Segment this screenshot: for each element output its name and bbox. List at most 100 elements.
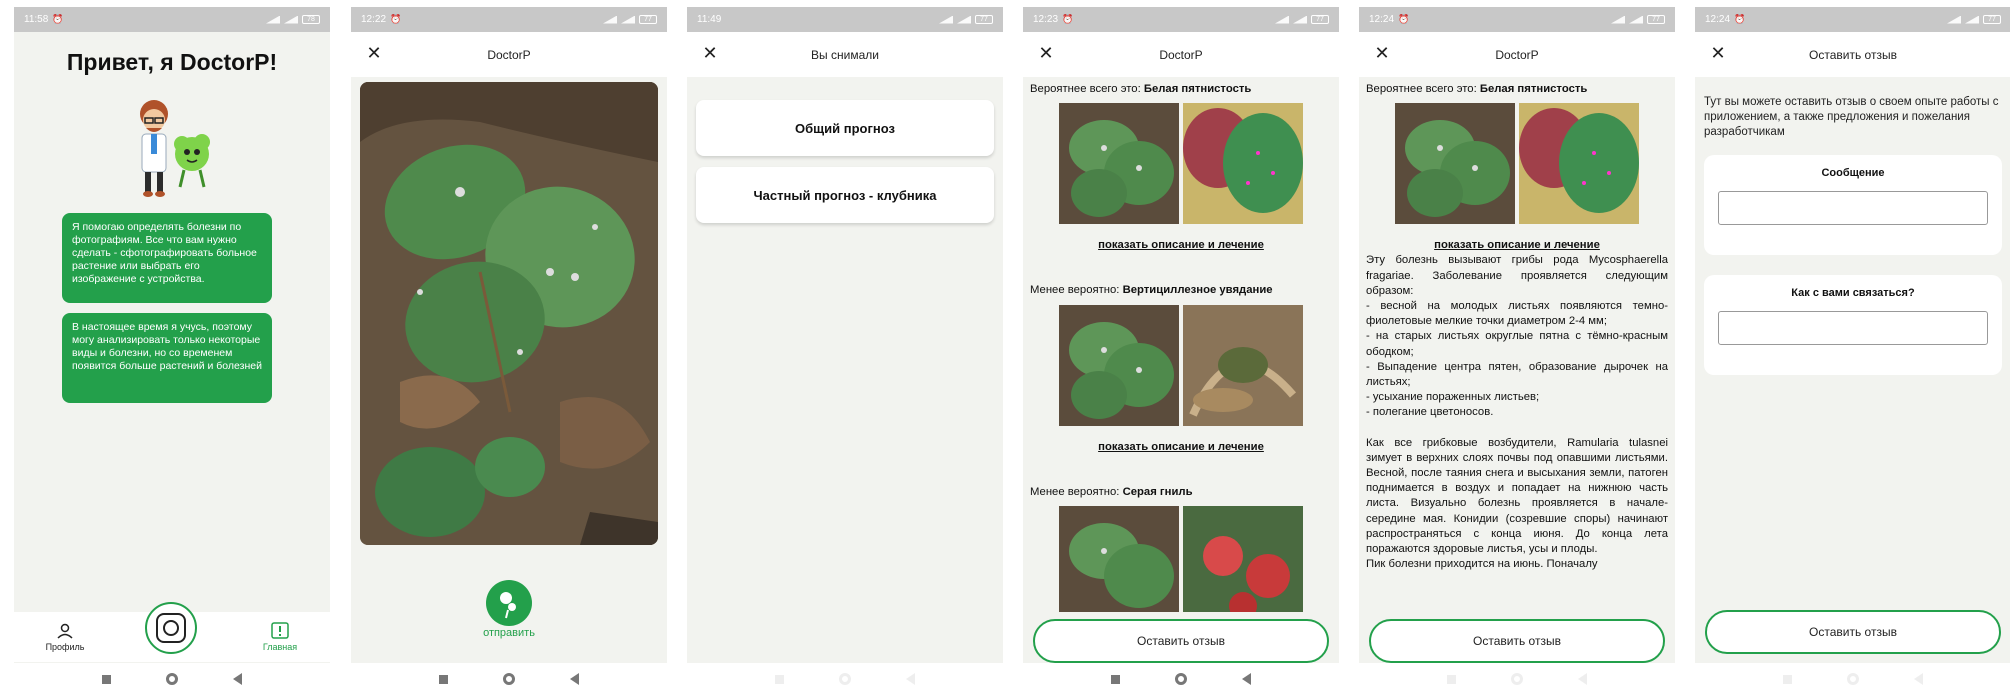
close-icon[interactable]: ✕ xyxy=(1373,44,1391,62)
nav-circle-icon[interactable] xyxy=(166,673,178,685)
signal-icon xyxy=(957,15,971,24)
nav-square-icon[interactable] xyxy=(102,674,111,684)
screenshot-stage: 11:58 ⏰ 78 Привет, я DoctorP! Я помогаю … xyxy=(0,0,2010,695)
system-nav-bar xyxy=(1359,663,1675,695)
nav-circle-icon[interactable] xyxy=(503,673,515,685)
top-bar: ✕ Вы снимали xyxy=(687,32,1003,77)
top-bar: ✕ DoctorP xyxy=(1359,32,1675,77)
nav-circle-icon[interactable] xyxy=(1175,673,1187,685)
leave-review-button[interactable]: Оставить отзыв xyxy=(1369,619,1665,663)
status-time: 11:49 xyxy=(697,14,722,25)
system-nav-bar xyxy=(351,663,667,695)
close-icon[interactable]: ✕ xyxy=(365,44,383,62)
reference-photo-thumbnail xyxy=(1519,103,1639,225)
nav-square-icon[interactable] xyxy=(775,674,784,684)
contact-card: Как с вами связаться? xyxy=(1704,275,2002,375)
description-bullet: - Выпадение центра пятен, образование ды… xyxy=(1366,360,1668,389)
status-time: 11:58 xyxy=(24,14,49,25)
diagnosis-primary: Вероятнее всего это: Белая пятнистость xyxy=(1366,83,1588,95)
nav-back-icon[interactable] xyxy=(906,673,915,685)
signal-icon xyxy=(284,15,298,24)
close-icon[interactable]: ✕ xyxy=(1709,44,1727,62)
private-forecast-button[interactable]: Частный прогноз - клубника xyxy=(696,167,994,223)
signal-icon xyxy=(603,15,617,24)
send-button[interactable] xyxy=(486,580,532,626)
status-time: 12:24 xyxy=(1369,14,1395,25)
alarm-icon: ⏰ xyxy=(1734,14,1746,24)
system-nav-bar xyxy=(1023,663,1339,695)
battery-icon: 77 xyxy=(1311,15,1329,24)
contact-input[interactable] xyxy=(1718,311,1988,345)
show-description-link[interactable]: показать описание и лечение xyxy=(1030,238,1332,253)
profile-icon xyxy=(57,623,73,639)
description-paragraph: Как все грибковые возбудители, Ramularia… xyxy=(1366,436,1668,556)
screen-diagnosis-results: 12:23 ⏰ 77 ✕ DoctorP Вероятнее всего это… xyxy=(1023,7,1339,695)
top-bar: ✕ DoctorP xyxy=(1023,32,1339,77)
description-scroll[interactable]: Вероятнее всего это: Белая пятнистость п… xyxy=(1359,77,1675,612)
feedback-intro: Тут вы можете оставить отзыв о своем опы… xyxy=(1704,96,1999,138)
screen-disease-description: 12:24 ⏰ 77 ✕ DoctorP Вероятнее всего это… xyxy=(1359,7,1675,695)
status-bar: 12:23 ⏰ 77 xyxy=(1023,7,1339,32)
tab-profile[interactable]: Профиль xyxy=(42,622,88,652)
screen-title: DoctorP xyxy=(1159,47,1203,62)
show-description-link[interactable]: показать описание и лечение xyxy=(1366,238,1668,253)
reference-photo-thumbnail xyxy=(1183,103,1303,225)
user-photo-thumbnail xyxy=(1059,103,1179,225)
description-bullet: - усыхание пораженных листьев; xyxy=(1366,391,1540,404)
tab-home[interactable]: Главная xyxy=(252,622,308,652)
diagnosis-primary: Вероятнее всего это: Белая пятнистость xyxy=(1030,83,1252,95)
home-alert-icon xyxy=(271,622,289,639)
results-list[interactable]: Вероятнее всего это: Белая пятнистость п… xyxy=(1023,77,1339,612)
tab-profile-label: Профиль xyxy=(45,642,85,652)
description-bullet: - полегание цветоносов. xyxy=(1366,406,1494,419)
signal-icon xyxy=(1965,15,1979,24)
message-card: Сообщение xyxy=(1704,155,2002,255)
screen-title: DoctorP xyxy=(487,47,531,62)
status-bar: 12:22 ⏰ 77 xyxy=(351,7,667,32)
message-input[interactable] xyxy=(1718,191,1988,225)
nav-square-icon[interactable] xyxy=(439,674,448,684)
nav-circle-icon[interactable] xyxy=(839,673,851,685)
status-bar: 11:49 77 xyxy=(687,7,1003,32)
status-bar: 12:24 ⏰ 77 xyxy=(1695,7,2010,32)
diagnosis-secondary: Менее вероятно: Вертициллезное увядание xyxy=(1030,284,1273,297)
info-bubble-learning: В настоящее время я учусь, поэтому могу … xyxy=(62,313,272,403)
nav-back-icon[interactable] xyxy=(570,673,579,685)
diagnosis-thumbnails xyxy=(1030,506,1332,612)
alarm-icon: ⏰ xyxy=(52,14,64,24)
battery-icon: 77 xyxy=(639,15,657,24)
description-paragraph: Пик болезни приходится на июнь. Поначалу xyxy=(1366,558,1598,571)
nav-back-icon[interactable] xyxy=(1578,673,1587,685)
submit-review-button[interactable]: Оставить отзыв xyxy=(1705,610,2001,654)
signal-icon xyxy=(1611,15,1625,24)
battery-icon: 77 xyxy=(1983,15,2001,24)
nav-back-icon[interactable] xyxy=(1242,673,1251,685)
battery-icon: 77 xyxy=(1647,15,1665,24)
close-icon[interactable]: ✕ xyxy=(701,44,719,62)
system-nav-bar xyxy=(687,663,1003,695)
signal-icon xyxy=(1629,15,1643,24)
top-bar: ✕ Оставить отзыв xyxy=(1695,32,2010,77)
signal-icon xyxy=(621,15,635,24)
user-photo-thumbnail xyxy=(1395,103,1515,225)
welcome-title: Привет, я DoctorP! xyxy=(66,49,278,75)
alarm-icon: ⏰ xyxy=(390,14,402,24)
nav-square-icon[interactable] xyxy=(1447,674,1456,684)
show-description-link[interactable]: показать описание и лечение xyxy=(1030,440,1332,455)
nav-back-icon[interactable] xyxy=(1914,673,1923,685)
screen-feedback: 12:24 ⏰ 77 ✕ Оставить отзыв Тут вы может… xyxy=(1695,7,2010,695)
general-forecast-button[interactable]: Общий прогноз xyxy=(696,100,994,156)
close-icon[interactable]: ✕ xyxy=(1037,44,1055,62)
leave-review-button[interactable]: Оставить отзыв xyxy=(1033,619,1329,663)
nav-back-icon[interactable] xyxy=(233,673,242,685)
reference-photo-thumbnail xyxy=(1183,506,1303,612)
nav-square-icon[interactable] xyxy=(1783,674,1792,684)
signal-icon xyxy=(266,15,280,24)
user-photo-thumbnail xyxy=(1059,506,1179,612)
camera-button[interactable] xyxy=(145,602,197,654)
nav-circle-icon[interactable] xyxy=(1847,673,1859,685)
description-bullet: - на старых листьях округлые пятна с тём… xyxy=(1366,330,1668,358)
status-bar: 12:24 ⏰ 77 xyxy=(1359,7,1675,32)
nav-square-icon[interactable] xyxy=(1111,674,1120,684)
nav-circle-icon[interactable] xyxy=(1511,673,1523,685)
